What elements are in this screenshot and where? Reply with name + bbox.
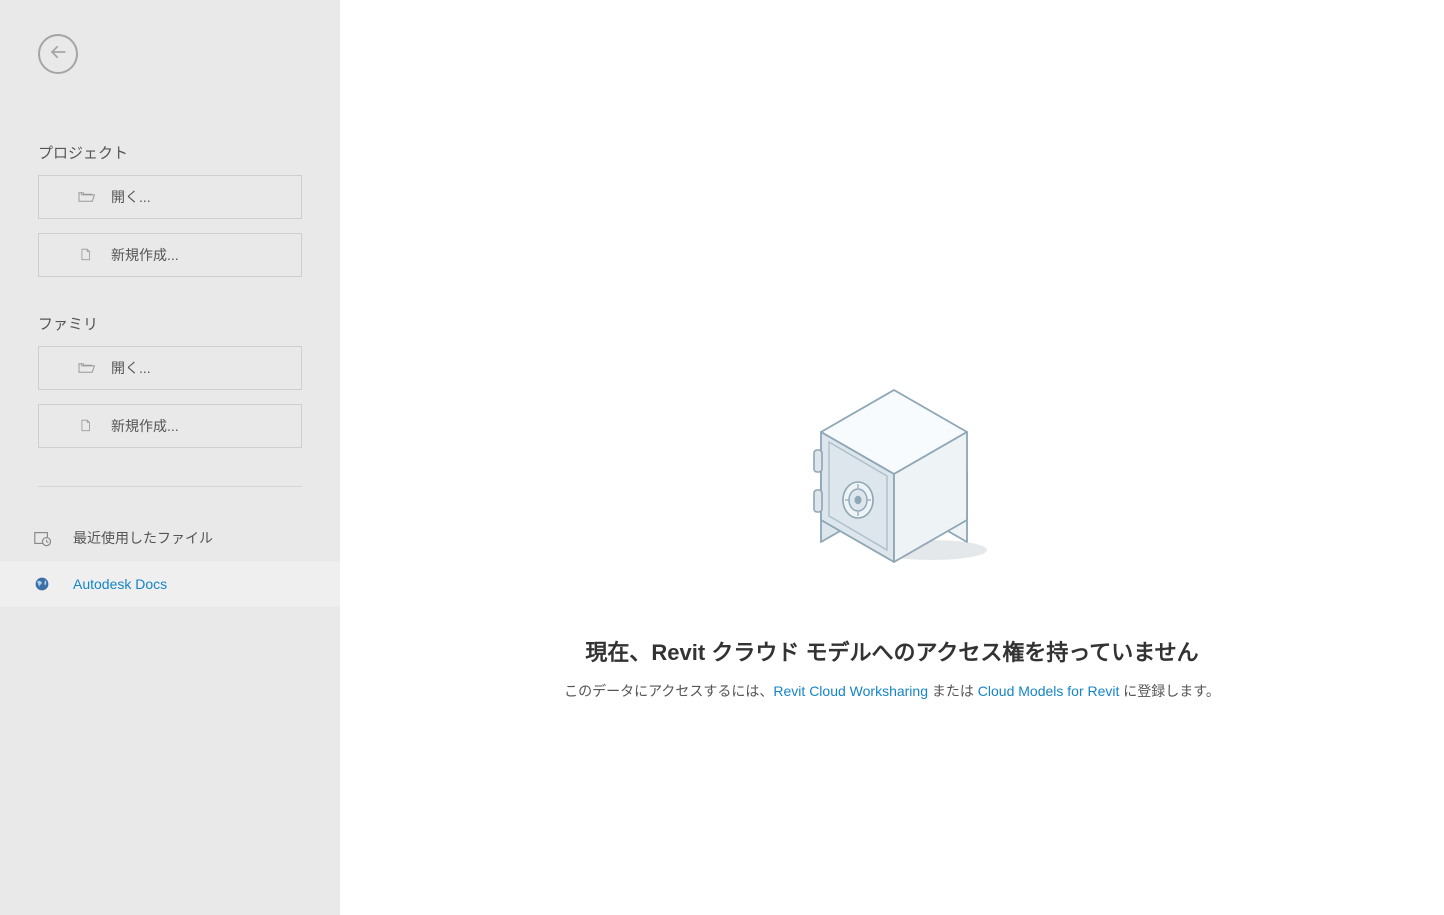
family-section-title: ファミリ [38,313,340,334]
new-file-icon [77,419,95,433]
empty-state-subtext: このデータにアクセスするには、Revit Cloud Worksharing ま… [564,681,1220,701]
heading-prefix: 現在、 [585,640,651,665]
project-new-button[interactable]: 新規作成... [38,233,302,277]
family-new-button[interactable]: 新規作成... [38,404,302,448]
nav-autodesk-docs[interactable]: Autodesk Docs [0,561,340,607]
sidebar: プロジェクト 開く... 新規作成... ファミリ 開く... [0,0,340,915]
arrow-left-icon [49,43,67,66]
sub-mid: または [928,683,978,699]
nav-recent-files[interactable]: 最近使用したファイル [0,515,340,561]
family-open-label: 開く... [111,358,151,378]
heading-product: Revit [651,640,705,665]
folder-open-icon [77,190,95,204]
main-content: 現在、Revit クラウド モデルへのアクセス権を持っていません このデータにア… [340,0,1444,915]
nav-autodesk-docs-label: Autodesk Docs [73,576,167,592]
globe-icon [33,575,51,593]
sub-suffix: に登録します。 [1119,683,1220,699]
project-new-label: 新規作成... [111,245,179,265]
back-button[interactable] [38,34,78,74]
sub-prefix: このデータにアクセスするには、 [564,683,773,699]
project-section-title: プロジェクト [38,142,340,163]
link-cloud-worksharing[interactable]: Revit Cloud Worksharing [773,683,928,699]
link-cloud-models[interactable]: Cloud Models for Revit [978,683,1120,699]
project-open-button[interactable]: 開く... [38,175,302,219]
family-new-label: 新規作成... [111,416,179,436]
safe-empty-state-icon [787,380,997,585]
new-file-icon [77,248,95,262]
project-open-label: 開く... [111,187,151,207]
nav-recent-files-label: 最近使用したファイル [73,528,213,548]
folder-open-icon [77,361,95,375]
divider [38,486,302,487]
heading-suffix: クラウド モデルへのアクセス権を持っていません [705,640,1198,665]
recent-files-icon [33,529,51,547]
family-open-button[interactable]: 開く... [38,346,302,390]
empty-state-heading: 現在、Revit クラウド モデルへのアクセス権を持っていません [585,635,1198,667]
